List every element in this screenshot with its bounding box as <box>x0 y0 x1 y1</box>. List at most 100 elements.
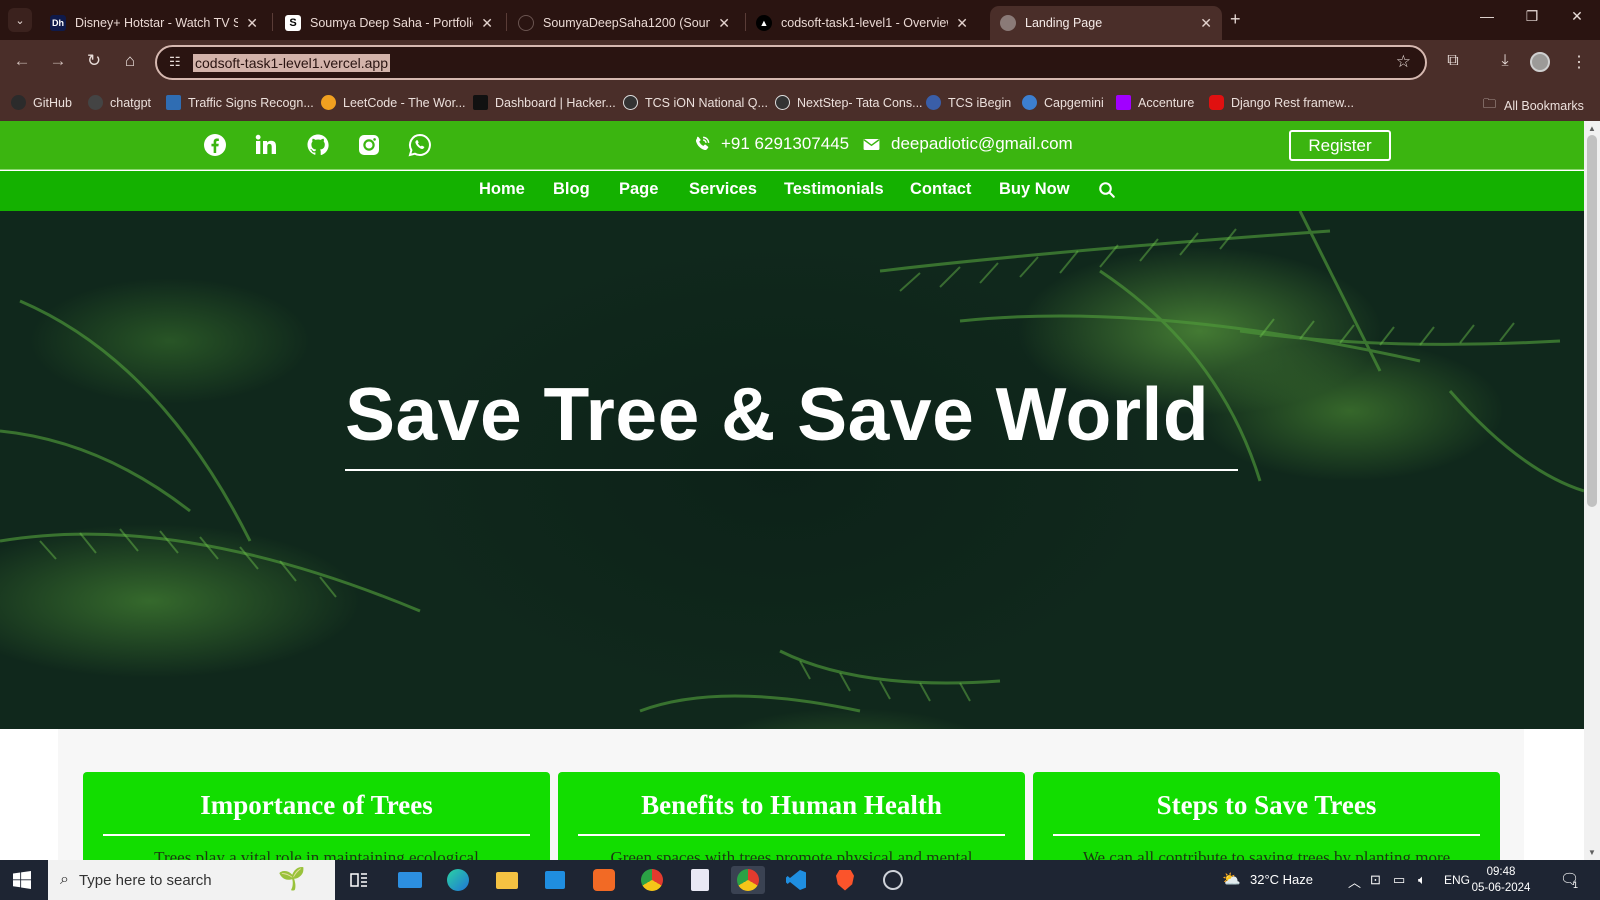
download-icon[interactable]: ⤓ <box>1494 52 1516 70</box>
vercel-icon: ▲ <box>756 15 772 31</box>
nav-testimonials[interactable]: Testimonials <box>784 180 884 199</box>
whatsapp-icon[interactable] <box>406 131 434 159</box>
new-tab-icon[interactable]: + <box>1230 9 1241 30</box>
bookmark-tcs-ibegin[interactable]: TCS iBegin <box>926 95 1011 110</box>
scroll-up-arrow-icon[interactable]: ▲ <box>1588 124 1596 133</box>
tab-portfolio[interactable]: S Soumya Deep Saha - Portfolio ✕ <box>275 6 503 40</box>
windows-start-icon[interactable] <box>13 871 31 889</box>
close-tab-icon[interactable]: ✕ <box>246 15 258 32</box>
back-icon[interactable]: ← <box>10 51 34 71</box>
chart-icon <box>166 95 181 110</box>
search-icon[interactable] <box>1098 181 1116 204</box>
forward-icon[interactable]: → <box>46 51 70 71</box>
search-icon: ⌕ <box>60 871 69 888</box>
close-tab-icon[interactable]: ✕ <box>718 15 730 32</box>
scroll-down-arrow-icon[interactable]: ▼ <box>1588 848 1596 857</box>
linkedin-icon[interactable] <box>252 131 280 159</box>
chrome-icon[interactable] <box>635 866 669 894</box>
github-icon[interactable] <box>304 131 332 159</box>
vscode-icon[interactable] <box>779 866 813 894</box>
s-logo-icon: S <box>285 15 301 31</box>
task-view-icon[interactable] <box>342 866 376 894</box>
tab-vercel[interactable]: ▲ codsoft-task1-level1 - Overview ✕ <box>746 6 978 40</box>
bookmark-github[interactable]: GitHub <box>11 95 72 110</box>
meet-now-icon[interactable]: ⊡ <box>1370 872 1381 888</box>
close-tab-icon[interactable]: ✕ <box>1200 15 1212 32</box>
menu-dots-icon[interactable]: ⋮ <box>1568 52 1590 72</box>
bookmark-leetcode[interactable]: LeetCode - The Wor... <box>321 95 466 110</box>
weather-icon[interactable]: ⛅ <box>1222 870 1241 888</box>
language-indicator[interactable]: ENG <box>1444 873 1470 887</box>
nav-blog[interactable]: Blog <box>553 180 590 199</box>
leetcode-icon <box>321 95 336 110</box>
file-explorer-icon[interactable] <box>490 866 524 894</box>
close-tab-icon[interactable]: ✕ <box>481 15 493 32</box>
tab-landing-page[interactable]: Landing Page ✕ <box>990 6 1222 40</box>
tab-search-icon[interactable]: ⌄ <box>8 8 32 32</box>
bookmark-label: chatgpt <box>110 95 152 110</box>
nav-page[interactable]: Page <box>619 180 658 199</box>
page-scrollbar[interactable]: ▲ ▼ <box>1584 121 1600 860</box>
card-divider <box>103 834 530 836</box>
restore-icon[interactable]: ❐ <box>1517 8 1547 25</box>
close-window-icon[interactable]: ✕ <box>1562 8 1592 25</box>
bookmark-tcs-ion[interactable]: TCS iON National Q... <box>623 95 768 110</box>
bookmark-hackerrank[interactable]: Dashboard | Hacker... <box>473 95 616 110</box>
obs-icon[interactable] <box>876 866 910 894</box>
card-text: Trees play a vital role in maintaining e… <box>154 848 479 860</box>
site-settings-icon[interactable]: ☷ <box>169 54 181 70</box>
phone-number: +91 6291307445 <box>721 134 850 153</box>
bookmarks-bar: GitHub chatgpt Traffic Signs Recogn... L… <box>0 85 1600 121</box>
tab-hotstar[interactable]: Dh Disney+ Hotstar - Watch TV Sh ✕ <box>40 6 268 40</box>
nav-home[interactable]: Home <box>479 180 525 199</box>
page-viewport: +91 6291307445 deepadiotic@gmail.com Reg… <box>0 121 1584 860</box>
nav-contact[interactable]: Contact <box>910 180 971 199</box>
instagram-icon[interactable] <box>355 131 383 159</box>
bookmark-star-icon[interactable]: ☆ <box>1396 52 1411 72</box>
scrollbar-thumb[interactable] <box>1587 135 1597 507</box>
email-contact[interactable]: deepadiotic@gmail.com <box>862 134 1073 154</box>
network-icon[interactable]: ▭ <box>1393 872 1405 888</box>
mail-icon[interactable] <box>393 866 427 894</box>
bookmark-accenture[interactable]: Accenture <box>1116 95 1194 110</box>
bookmark-capgemini[interactable]: Capgemini <box>1022 95 1104 110</box>
minimize-icon[interactable]: — <box>1472 8 1502 24</box>
show-hidden-icons[interactable]: ︿ <box>1348 872 1361 891</box>
profile-avatar[interactable] <box>1530 52 1550 72</box>
windows-taskbar: ⌕ Type here to search 🌱 ⛅ 32°C Haze ︿ ⊡ … <box>0 860 1600 900</box>
document-app-icon[interactable] <box>683 866 717 894</box>
nav-buy-now[interactable]: Buy Now <box>999 180 1070 199</box>
microsoft-store-icon[interactable] <box>538 866 572 894</box>
chrome-profile-icon[interactable] <box>731 866 765 894</box>
tab-title: codsoft-task1-level1 - Overview <box>781 16 949 30</box>
reload-icon[interactable]: ↻ <box>82 51 106 71</box>
bookmark-chatgpt[interactable]: chatgpt <box>88 95 151 110</box>
bookmark-django[interactable]: Django Rest framew... <box>1209 95 1354 110</box>
address-bar[interactable]: ☷ codsoft-task1-level1.vercel.app ☆ <box>155 45 1427 80</box>
all-bookmarks[interactable]: 🗀 All Bookmarks <box>1483 95 1584 117</box>
bookmark-label: Dashboard | Hacker... <box>495 95 616 110</box>
system-clock[interactable]: 09:48 05-06-2024 <box>1468 864 1534 896</box>
xampp-icon[interactable] <box>587 866 621 894</box>
taskbar-search[interactable]: ⌕ Type here to search 🌱 <box>48 860 335 900</box>
phone-contact[interactable]: +91 6291307445 <box>692 134 849 154</box>
volume-icon[interactable]: 🔈︎ <box>1418 872 1426 888</box>
brave-icon[interactable] <box>828 866 862 894</box>
weather-text[interactable]: 32°C Haze <box>1250 872 1313 887</box>
bookmark-traffic-signs[interactable]: Traffic Signs Recogn... <box>166 95 314 110</box>
bookmark-nextstep[interactable]: NextStep- Tata Cons... <box>775 95 923 110</box>
edge-icon[interactable] <box>441 866 475 894</box>
tab-title: Soumya Deep Saha - Portfolio <box>310 16 474 30</box>
home-icon[interactable]: ⌂ <box>118 51 142 71</box>
extensions-icon[interactable]: ⧉ <box>1442 52 1464 70</box>
facebook-icon[interactable] <box>201 131 229 159</box>
url-text[interactable]: codsoft-task1-level1.vercel.app <box>193 54 390 72</box>
tab-title: SoumyaDeepSaha1200 (Soumy <box>543 16 711 30</box>
envelope-icon <box>863 138 880 150</box>
nav-services[interactable]: Services <box>689 180 757 199</box>
tab-title: Landing Page <box>1025 16 1103 30</box>
register-button[interactable]: Register <box>1289 130 1391 161</box>
phone-icon <box>695 136 710 150</box>
close-tab-icon[interactable]: ✕ <box>956 15 968 32</box>
tab-github[interactable]: SoumyaDeepSaha1200 (Soumy ✕ <box>508 6 740 40</box>
